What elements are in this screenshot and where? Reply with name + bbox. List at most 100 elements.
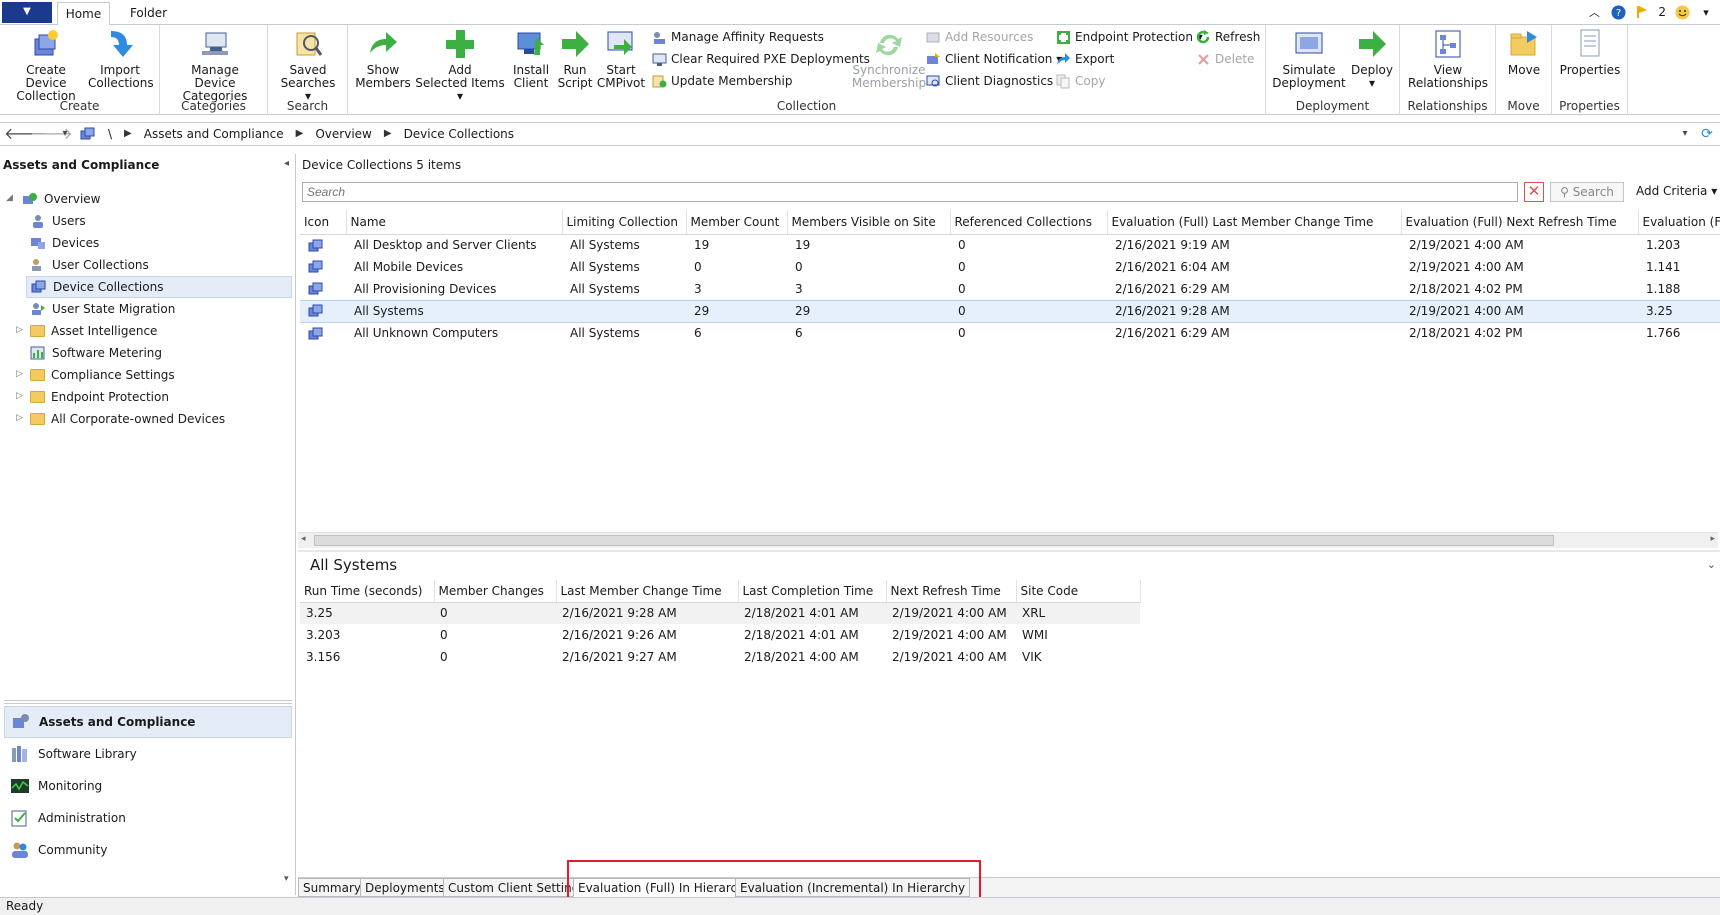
scrollbar-thumb[interactable] [314, 535, 1554, 546]
column-header-next-refresh[interactable]: Next Refresh Time [886, 580, 1017, 603]
notification-flag-icon[interactable] [1634, 4, 1650, 20]
manage-device-categories-button[interactable]: Manage Device Categories [170, 27, 260, 103]
expand-icon[interactable]: ▷ [16, 391, 23, 401]
history-dropdown-icon[interactable]: ▾ [54, 125, 76, 143]
add-selected-items-button[interactable]: Add Selected Items ▾ [414, 27, 506, 103]
column-header-next-refresh[interactable]: Evaluation (Full) Next Refresh Time [1401, 210, 1639, 235]
column-header-icon[interactable]: Icon [300, 210, 347, 235]
tree-item-user-collections[interactable]: User Collections [30, 254, 149, 276]
table-row[interactable]: All Provisioning Devices All Systems 3 3 0 2/… [300, 278, 1720, 300]
saved-searches-button[interactable]: Saved Searches ▾ [276, 27, 340, 103]
search-input[interactable] [302, 182, 1518, 202]
copy-button[interactable]: Copy [1056, 71, 1105, 91]
column-header-last-member-change[interactable]: Last Member Change Time [556, 580, 739, 603]
column-header-limiting-collection[interactable]: Limiting Collection [562, 210, 687, 235]
run-script-button[interactable]: Run Script [554, 27, 596, 90]
workspace-community[interactable]: Community [4, 834, 292, 866]
column-header-site-code[interactable]: Site Code [1016, 580, 1141, 603]
column-header-name[interactable]: Name [346, 210, 563, 235]
manage-affinity-requests-button[interactable]: Manage Affinity Requests [652, 27, 824, 47]
tab-summary[interactable]: Summary [298, 878, 366, 897]
expand-icon[interactable]: ▷ [16, 369, 23, 379]
install-client-button[interactable]: Install Client [508, 27, 554, 90]
column-header-members-visible[interactable]: Members Visible on Site [787, 210, 951, 235]
tab-folder[interactable]: Folder [115, 2, 182, 26]
import-collections-button[interactable]: Import Collections [88, 27, 154, 90]
tree-item-endpoint-protection[interactable]: Endpoint Protection [30, 386, 169, 408]
smiley-feedback-icon[interactable] [1674, 4, 1690, 20]
help-icon[interactable]: ? [1610, 4, 1626, 20]
move-button[interactable]: Move [1500, 27, 1548, 77]
deploy-button[interactable]: Deploy ▾ [1350, 27, 1394, 90]
app-menu-button[interactable]: ▼ [2, 2, 52, 23]
column-header-evaluation-full[interactable]: Evaluation (Fu [1638, 210, 1720, 235]
show-members-button[interactable]: Show Members [354, 27, 412, 90]
create-device-collection-button[interactable]: Create Device Collection [4, 27, 88, 103]
simulate-deployment-button[interactable]: Simulate Deployment [1270, 27, 1348, 90]
table-row[interactable]: All Desktop and Server Clients All System… [300, 234, 1720, 256]
scroll-right-icon[interactable]: ▸ [1710, 534, 1715, 544]
view-relationships-button[interactable]: View Relationships [1404, 27, 1492, 90]
splitter[interactable] [4, 700, 292, 704]
table-row[interactable]: 3.25 0 2/16/2021 9:28 AM 2/18/2021 4:01 AM 2… [300, 602, 1140, 624]
export-button[interactable]: Export [1056, 49, 1114, 69]
tree-item-user-state-migration[interactable]: User State Migration [30, 298, 175, 320]
add-criteria-button[interactable]: Add Criteria ▾ [1636, 184, 1717, 198]
column-header-member-changes[interactable]: Member Changes [434, 580, 557, 603]
tree-item-asset-intelligence[interactable]: Asset Intelligence [30, 320, 157, 342]
breadcrumb-overview[interactable]: Overview [315, 123, 372, 145]
scroll-left-icon[interactable]: ◂ [301, 534, 306, 544]
tree-item-users[interactable]: Users [30, 210, 86, 232]
column-header-referenced-collections[interactable]: Referenced Collections [950, 210, 1108, 235]
refresh-icon[interactable]: ⟳ [1696, 125, 1718, 143]
column-header-member-count[interactable]: Member Count [686, 210, 788, 235]
column-header-last-member-change[interactable]: Evaluation (Full) Last Member Change Tim… [1107, 210, 1402, 235]
search-button[interactable]: ⚲ Search [1550, 182, 1624, 202]
collapse-pane-icon[interactable]: ◂ [284, 158, 289, 169]
client-diagnostics-button[interactable]: Client Diagnostics ▾ [926, 71, 1063, 91]
breadcrumb-assets[interactable]: Assets and Compliance [144, 123, 284, 145]
refresh-button[interactable]: Refresh [1196, 27, 1260, 47]
expand-collapse-icon[interactable]: ◢ [6, 193, 13, 203]
add-resources-button[interactable]: Add Resources [926, 27, 1033, 47]
tree-item-compliance-settings[interactable]: Compliance Settings [30, 364, 175, 386]
column-header-last-completion[interactable]: Last Completion Time [738, 580, 887, 603]
tab-home[interactable]: Home [57, 2, 110, 26]
breadcrumb-device-collections[interactable]: Device Collections [404, 123, 514, 145]
properties-button[interactable]: Properties [1556, 27, 1624, 77]
workspace-administration[interactable]: Administration [4, 802, 292, 834]
breadcrumb-root[interactable]: \ [108, 123, 112, 145]
expand-icon[interactable]: ▷ [16, 413, 23, 423]
column-header-run-time[interactable]: Run Time (seconds) [300, 580, 435, 603]
workspace-software-library[interactable]: Software Library [4, 738, 292, 770]
update-membership-button[interactable]: Update Membership [652, 71, 792, 91]
endpoint-protection-button[interactable]: Endpoint Protection ▾ [1056, 27, 1203, 47]
table-row[interactable]: All Unknown Computers All Systems 6 6 0 2/16/… [300, 322, 1720, 344]
collapse-ribbon-icon[interactable]: ︿ [1586, 4, 1602, 20]
pane-splitter[interactable] [298, 550, 1720, 552]
tree-item-overview[interactable]: Overview [22, 188, 101, 210]
chevron-down-icon[interactable]: ▾ [284, 874, 289, 884]
expand-icon[interactable]: ▷ [16, 325, 23, 335]
synchronize-membership-button[interactable]: Synchronize Membership [850, 27, 928, 90]
workspace-monitoring[interactable]: Monitoring [4, 770, 292, 802]
tab-deployments[interactable]: Deployments [360, 878, 450, 897]
chevron-down-icon[interactable]: ⌄ [1707, 558, 1716, 571]
delete-button[interactable]: Delete [1196, 49, 1254, 69]
tree-item-devices[interactable]: Devices [30, 232, 99, 254]
tree-item-corporate-owned-devices[interactable]: All Corporate-owned Devices [30, 408, 225, 430]
horizontal-scrollbar[interactable]: ◂ ▸ [298, 532, 1718, 548]
table-row[interactable]: 3.203 0 2/16/2021 9:26 AM 2/18/2021 4:01 AM… [300, 624, 1140, 646]
address-dropdown-icon[interactable]: ▾ [1674, 125, 1696, 143]
tree-item-device-collections[interactable]: Device Collections [26, 276, 292, 298]
back-arrow-icon[interactable]: 🡐 [4, 125, 47, 143]
clear-pxe-deployments-button[interactable]: Clear Required PXE Deployments [652, 49, 870, 69]
workspace-assets-and-compliance[interactable]: Assets and Compliance [4, 706, 292, 738]
chevron-down-icon[interactable]: ▾ [1698, 4, 1714, 20]
start-cmpivot-button[interactable]: Start CMPivot [596, 27, 646, 90]
tree-item-software-metering[interactable]: Software Metering [30, 342, 162, 364]
clear-search-icon[interactable]: ✕ [1524, 182, 1544, 202]
table-row[interactable]: All Systems 29 29 0 2/16/2021 9:28 AM 2/19/20… [300, 299, 1720, 323]
table-row[interactable]: 3.156 0 2/16/2021 9:27 AM 2/18/2021 4:00 AM… [300, 646, 1140, 668]
table-row[interactable]: All Mobile Devices All Systems 0 0 0 2/16/202… [300, 256, 1720, 278]
